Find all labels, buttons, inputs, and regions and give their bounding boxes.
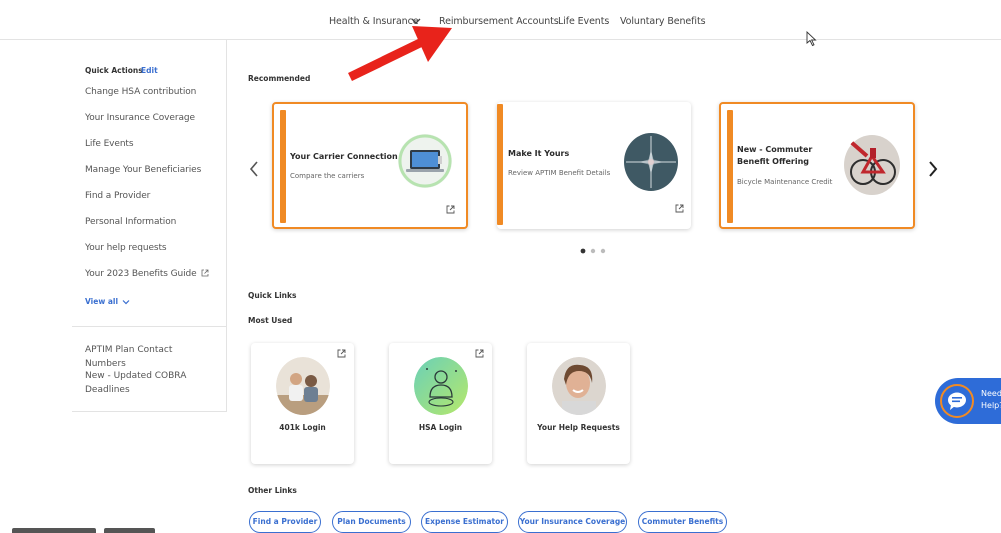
couple-image-icon (276, 357, 330, 415)
recommended-card-carrier-connection[interactable]: Your Carrier Connection Compare the carr… (272, 102, 468, 229)
quick-link-hsa-login[interactable]: HSA Login (389, 343, 492, 464)
most-used-subheading: Most Used (248, 316, 293, 325)
sidebar-link-find-provider[interactable]: Find a Provider (85, 191, 150, 201)
recommended-card-make-it-yours[interactable]: Make It Yours Review APTIM Benefit Detai… (497, 102, 691, 229)
card-accent-stripe (727, 110, 733, 223)
pill-commuter-benefits[interactable]: Commuter Benefits (638, 511, 727, 533)
sidebar-link-label: Your 2023 Benefits Guide (85, 269, 197, 279)
card-title: Make It Yours (508, 149, 570, 158)
edit-quick-actions-link[interactable]: Edit (141, 66, 158, 75)
external-link-icon (337, 349, 346, 358)
quick-links-heading: Quick Links (248, 291, 297, 300)
chat-help-widget[interactable]: Need Help? (935, 378, 1001, 424)
card-subtitle: Compare the carriers (290, 172, 365, 180)
recommended-card-commuter-benefit[interactable]: New - Commuter Benefit Offering Bicycle … (719, 102, 915, 229)
sidebar-link-insurance-coverage[interactable]: Your Insurance Coverage (85, 113, 195, 123)
card-accent-stripe (280, 110, 286, 223)
support-agent-image-icon (552, 357, 606, 415)
quick-link-label: Your Help Requests (537, 423, 620, 432)
sidebar-link-change-hsa[interactable]: Change HSA contribution (85, 87, 196, 97)
card-title: New - Commuter Benefit Offering (737, 145, 813, 166)
laptop-image-icon (398, 134, 452, 188)
card-subtitle: Bicycle Maintenance Credit (737, 178, 833, 186)
external-link-icon (446, 205, 455, 214)
view-all-link[interactable]: View all (85, 297, 118, 306)
sidebar-link-life-events[interactable]: Life Events (85, 139, 134, 149)
sidebar-divider (72, 326, 227, 327)
pill-find-provider[interactable]: Find a Provider (249, 511, 321, 533)
chevron-left-icon[interactable] (247, 160, 261, 178)
nav-life-events[interactable]: Life Events (558, 16, 609, 27)
taskbar-item[interactable] (104, 528, 155, 533)
sidebar-link-plan-contacts[interactable]: APTIM Plan Contact Numbers (85, 343, 215, 371)
pill-plan-documents[interactable]: Plan Documents (332, 511, 411, 533)
chat-bubble (940, 384, 974, 418)
quick-link-label: HSA Login (418, 423, 463, 432)
pill-expense-estimator[interactable]: Expense Estimator (421, 511, 508, 533)
chevron-down-icon[interactable] (121, 297, 131, 307)
red-arrow-annotation-icon (348, 26, 452, 82)
card-title: Your Carrier Connection (290, 152, 398, 161)
other-links-heading: Other Links (248, 486, 297, 495)
recommended-heading: Recommended (248, 74, 311, 83)
taskbar-item[interactable] (12, 528, 96, 533)
quick-link-401k-login[interactable]: 401k Login (251, 343, 354, 464)
quick-link-help-requests[interactable]: Your Help Requests (527, 343, 630, 464)
sidebar-link-personal-information[interactable]: Personal Information (85, 217, 176, 227)
mouse-cursor-icon (806, 31, 817, 47)
chat-icon (948, 392, 966, 410)
sidebar-link-cobra-deadlines[interactable]: New - Updated COBRA Deadlines (85, 369, 215, 397)
nav-voluntary-benefits[interactable]: Voluntary Benefits (620, 16, 706, 27)
top-navigation: Health & Insurance Reimbursement Account… (0, 0, 1001, 40)
carousel-pagination-dots[interactable] (580, 247, 610, 255)
compass-image-icon (624, 133, 678, 191)
chat-label: Need Help? (981, 389, 1001, 410)
card-subtitle: Review APTIM Benefit Details (508, 169, 611, 177)
external-link-icon (201, 269, 208, 277)
quick-link-label: 401k Login (279, 423, 326, 432)
sidebar-link-beneficiaries[interactable]: Manage Your Beneficiaries (85, 165, 201, 175)
chevron-right-icon[interactable] (926, 160, 940, 178)
person-location-icon (414, 357, 468, 415)
external-link-icon (475, 349, 484, 358)
external-link-icon (675, 204, 684, 213)
card-accent-stripe (497, 104, 503, 225)
pill-insurance-coverage[interactable]: Your Insurance Coverage (518, 511, 627, 533)
quick-actions-sidebar: Quick Actions Edit Change HSA contributi… (72, 40, 227, 412)
sidebar-link-benefits-guide[interactable]: Your 2023 Benefits Guide (85, 269, 209, 279)
sidebar-link-help-requests[interactable]: Your help requests (85, 243, 167, 253)
quick-actions-heading: Quick Actions (85, 66, 143, 75)
bicycle-image-icon (844, 135, 900, 195)
